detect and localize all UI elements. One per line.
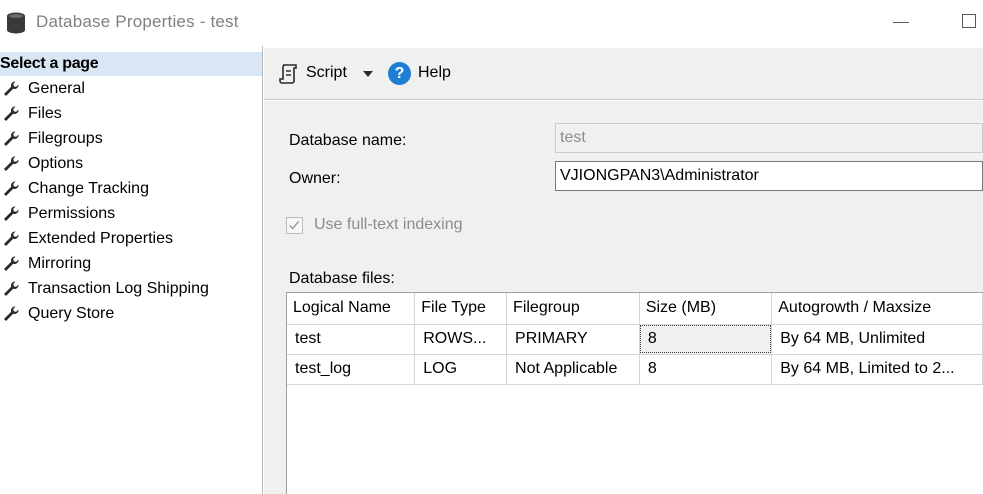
checkmark-icon [289,221,300,230]
database-files-grid: Logical Name File Type Filegroup Size (M… [286,292,983,494]
script-icon[interactable] [278,63,300,85]
page-item-query-store[interactable]: Query Store [0,301,262,326]
wrench-icon [4,156,19,171]
fulltext-checkbox [286,217,303,234]
page-item-extended-properties[interactable]: Extended Properties [0,226,262,251]
database-name-field: test [555,123,983,153]
page-item-mirroring[interactable]: Mirroring [0,251,262,276]
page-item-label: Query Store [28,305,115,322]
page-item-label: Mirroring [28,255,92,272]
cell-autogrowth[interactable]: By 64 MB, Unlimited [771,324,983,355]
database-files-label: Database files: [289,270,395,287]
database-icon [7,12,25,34]
cell-size[interactable]: 8 [639,354,773,385]
column-header-file-type[interactable]: File Type [414,293,508,325]
page-item-options[interactable]: Options [0,151,262,176]
help-button[interactable]: Help [418,64,451,82]
table-row[interactable]: test_log LOG Not Applicable 8 By 64 MB, … [287,354,983,385]
fulltext-label: Use full-text indexing [314,216,463,233]
cell-file-type[interactable]: LOG [414,354,508,385]
wrench-icon [4,131,19,146]
page-item-label: Extended Properties [28,230,173,247]
cell-file-type[interactable]: ROWS... [414,324,508,355]
maximize-button[interactable] [962,14,976,28]
page-item-label: Change Tracking [28,180,149,197]
column-header-filegroup[interactable]: Filegroup [506,293,640,325]
page-item-general[interactable]: General [0,76,262,101]
column-header-size[interactable]: Size (MB) [639,293,773,325]
owner-label: Owner: [289,170,341,187]
page-item-change-tracking[interactable]: Change Tracking [0,176,262,201]
wrench-icon [4,231,19,246]
help-icon[interactable]: ? [388,62,411,85]
cell-logical-name[interactable]: test_log [287,354,416,385]
cell-filegroup[interactable]: Not Applicable [506,354,640,385]
table-row[interactable]: test ROWS... PRIMARY 8 By 64 MB, Unlimit… [287,324,983,355]
owner-field[interactable]: VJIONGPAN3\Administrator [555,161,983,191]
page-item-label: Filegroups [28,130,103,147]
minimize-button[interactable] [893,22,909,23]
toolbar: Script ? Help [264,48,983,100]
cell-size[interactable]: 8 [639,324,773,355]
page-selector-header: Select a page [0,52,262,76]
chevron-down-icon[interactable] [362,70,374,78]
wrench-icon [4,181,19,196]
page-item-transaction-log-shipping[interactable]: Transaction Log Shipping [0,276,262,301]
page-list: General Files Filegroups Options Change … [0,76,262,326]
wrench-icon [4,306,19,321]
column-header-autogrowth[interactable]: Autogrowth / Maxsize [771,293,983,325]
page-item-label: Files [28,105,62,122]
wrench-icon [4,281,19,296]
grid-header-row: Logical Name File Type Filegroup Size (M… [287,293,983,325]
page-item-filegroups[interactable]: Filegroups [0,126,262,151]
wrench-icon [4,106,19,121]
cell-autogrowth[interactable]: By 64 MB, Limited to 2... [771,354,983,385]
wrench-icon [4,256,19,271]
window-title: Database Properties - test [36,12,239,31]
wrench-icon [4,206,19,221]
page-selector-panel: Select a page General Files Filegroups O… [0,46,263,494]
database-name-label: Database name: [289,132,407,149]
cell-filegroup[interactable]: PRIMARY [506,324,640,355]
page-item-label: Permissions [28,205,116,222]
wrench-icon [4,81,19,96]
script-button[interactable]: Script [306,64,347,82]
cell-logical-name[interactable]: test [287,324,416,355]
page-item-label: General [28,80,85,97]
page-item-files[interactable]: Files [0,101,262,126]
page-item-label: Options [28,155,84,172]
page-item-label: Transaction Log Shipping [28,280,209,297]
column-header-logical-name[interactable]: Logical Name [287,293,416,325]
files-page-content: Database name: test Owner: VJIONGPAN3\Ad… [264,101,983,494]
page-item-permissions[interactable]: Permissions [0,201,262,226]
title-bar: Database Properties - test [0,0,983,46]
